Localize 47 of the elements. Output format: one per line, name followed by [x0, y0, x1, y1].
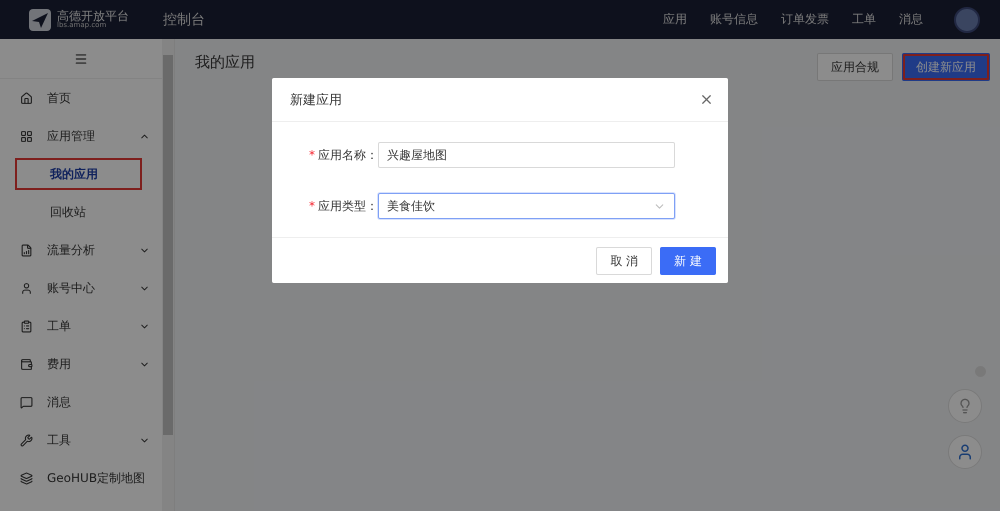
sidebar-item[interactable]: 账号中心 — [0, 269, 162, 307]
person-icon — [956, 443, 974, 461]
nav-link[interactable]: 账号信息 — [710, 11, 758, 28]
logo-icon — [28, 8, 52, 32]
grid-icon — [20, 130, 33, 142]
input-field[interactable]: 兴趣屋地图 — [378, 142, 675, 168]
close-button[interactable] — [699, 92, 714, 107]
nav-link[interactable]: 应用 — [663, 11, 687, 28]
clipboard-icon — [20, 320, 33, 332]
layers-icon — [20, 472, 33, 484]
sidebar-item[interactable]: GeoHUB定制地图 — [0, 459, 162, 497]
sidebar-item[interactable]: 流量分析 — [0, 231, 162, 269]
sidebar-subitem[interactable]: 回收站 — [15, 196, 142, 228]
menu-icon — [74, 52, 88, 66]
create-app-button[interactable]: 创建新应用 — [902, 53, 990, 81]
nav-link[interactable]: 订单发票 — [781, 11, 829, 28]
wrench-icon — [20, 434, 33, 446]
wallet-icon — [20, 358, 33, 370]
message-icon — [20, 396, 33, 408]
assistant-button[interactable] — [948, 435, 982, 469]
select-field[interactable]: 美食佳饮 — [378, 193, 675, 219]
required-mark: * — [309, 199, 315, 213]
sidebar-subitem[interactable]: 我的应用 — [15, 158, 142, 190]
nav-link[interactable]: 工单 — [852, 11, 876, 28]
field-label: 应用类型： — [318, 198, 378, 214]
sidebar-item[interactable]: 消息 — [0, 383, 162, 421]
required-mark: * — [309, 148, 315, 162]
sidebar-item[interactable]: 工单 — [0, 307, 162, 345]
dialog-title: 新建应用 — [290, 92, 342, 108]
sidebar-item[interactable]: 费用 — [0, 345, 162, 383]
home-icon — [20, 92, 33, 104]
avatar[interactable] — [954, 6, 980, 32]
scrollbar[interactable] — [162, 39, 174, 511]
nav-link[interactable]: 消息 — [899, 11, 923, 28]
console-title: 控制台 — [163, 10, 205, 28]
compliance-button[interactable]: 应用合规 — [817, 53, 893, 81]
tips-button[interactable] — [948, 389, 982, 423]
field-label: 应用名称： — [318, 146, 378, 164]
cancel-button[interactable]: 取 消 — [596, 247, 652, 275]
page-title: 我的应用 — [195, 53, 255, 72]
user-icon — [20, 282, 33, 294]
chart-icon — [20, 244, 33, 256]
logo-title: 高德开放平台 — [57, 10, 129, 22]
create-button[interactable]: 新 建 — [660, 247, 716, 275]
sidebar-item[interactable]: 工具 — [0, 421, 162, 459]
sidebar-item[interactable]: 应用管理 — [0, 117, 162, 155]
sidebar-item[interactable]: 首页 — [0, 79, 162, 117]
